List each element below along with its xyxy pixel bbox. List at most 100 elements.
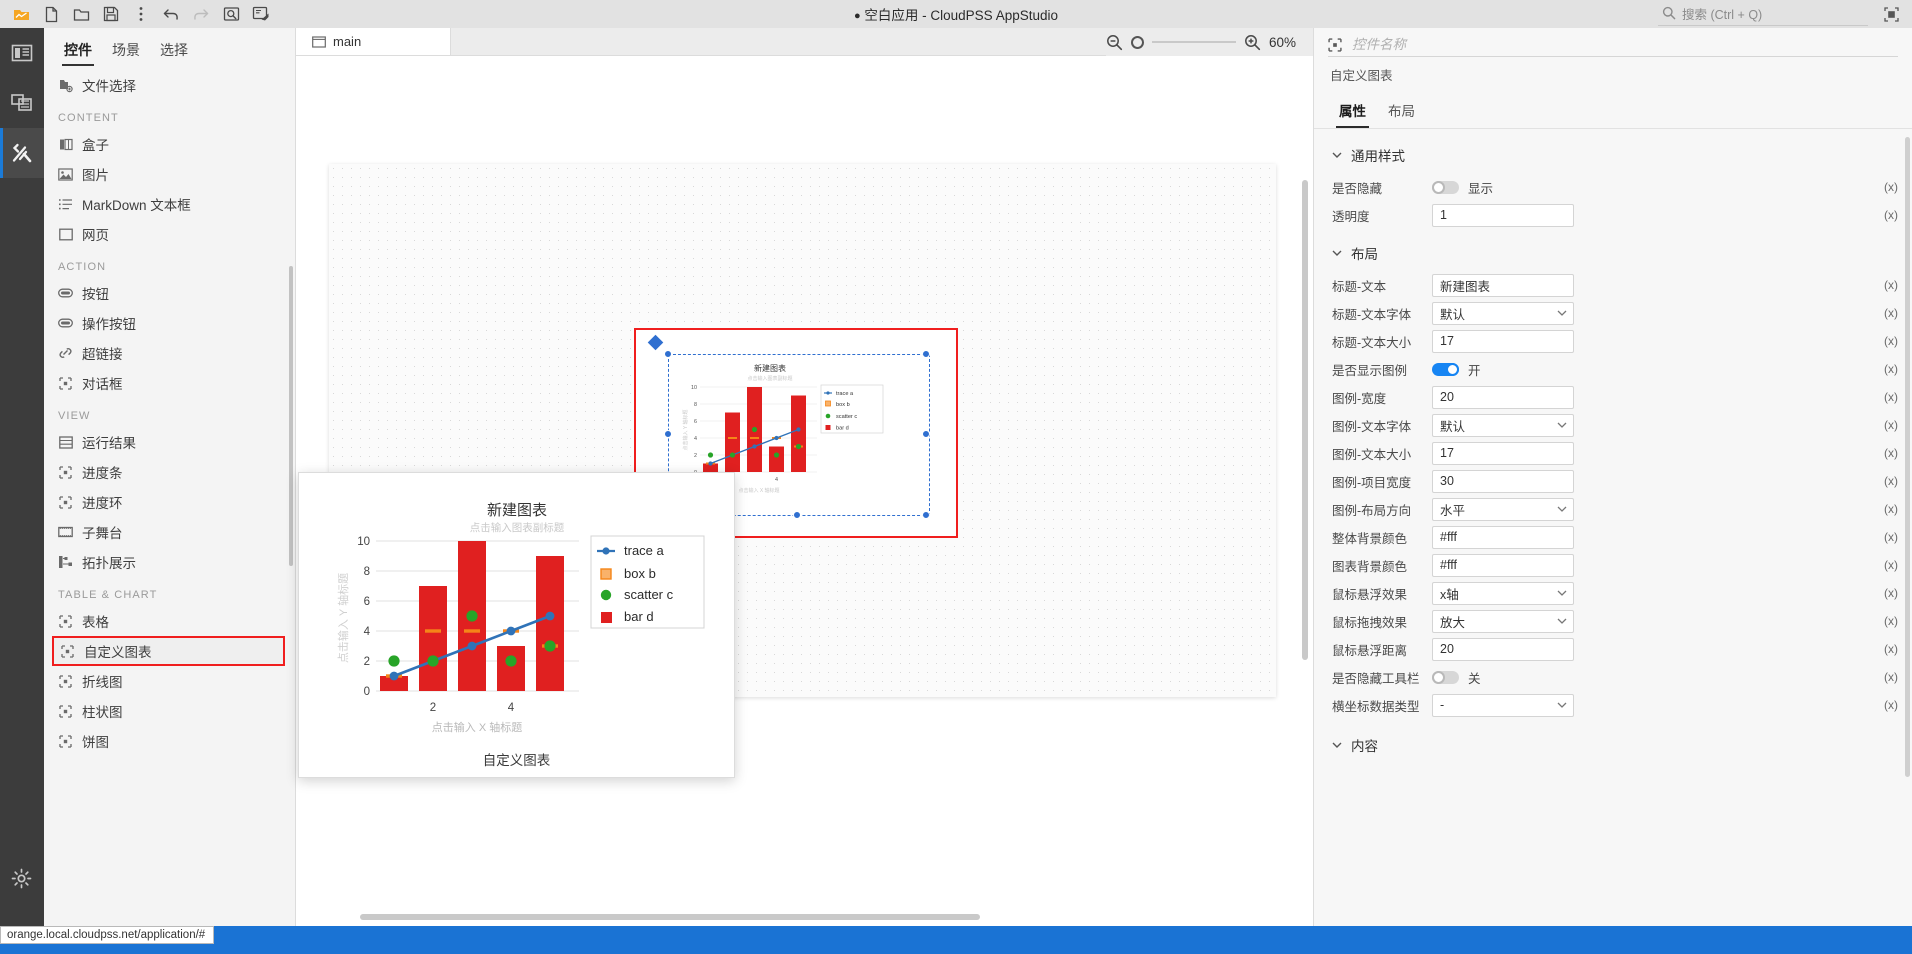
list-item[interactable]: 操作按钮 xyxy=(44,308,295,338)
legend-size-input[interactable]: 17 xyxy=(1432,441,1574,465)
result-icon xyxy=(58,435,73,450)
resize-handle-e[interactable] xyxy=(922,430,930,438)
expression-toggle[interactable]: (x) xyxy=(1876,390,1898,404)
list-item[interactable]: 进度环 xyxy=(44,487,295,517)
zoom-out-icon[interactable] xyxy=(1106,34,1123,51)
expression-toggle[interactable]: (x) xyxy=(1876,474,1898,488)
expression-toggle[interactable]: (x) xyxy=(1876,530,1898,544)
app-logo-icon[interactable] xyxy=(6,1,36,27)
open-folder-icon[interactable] xyxy=(66,1,96,27)
svg-text:8: 8 xyxy=(694,402,697,408)
list-item[interactable]: 对话框 xyxy=(44,368,295,398)
list-item[interactable]: 盒子 xyxy=(44,129,295,159)
expression-toggle[interactable]: (x) xyxy=(1876,586,1898,600)
tab-main[interactable]: main xyxy=(296,28,451,55)
resize-handle-ne[interactable] xyxy=(922,350,930,358)
expression-toggle[interactable]: (x) xyxy=(1876,278,1898,292)
canvas-vertical-scrollbar[interactable] xyxy=(1302,180,1308,660)
list-item[interactable]: 子舞台 xyxy=(44,517,295,547)
expression-toggle[interactable]: (x) xyxy=(1876,306,1898,320)
new-file-icon[interactable] xyxy=(36,1,66,27)
list-item[interactable]: 图片 xyxy=(44,159,295,189)
hover-effect-select[interactable]: x轴 xyxy=(1432,581,1574,605)
more-vertical-icon[interactable] xyxy=(126,1,156,27)
legend-font-select[interactable]: 默认 xyxy=(1432,413,1574,437)
canvas-horizontal-scrollbar[interactable] xyxy=(360,914,980,920)
hidden-toggle[interactable] xyxy=(1432,180,1459,194)
list-item[interactable]: 超链接 xyxy=(44,338,295,368)
list-item[interactable]: 柱状图 xyxy=(44,696,295,726)
resize-handle-s[interactable] xyxy=(793,511,801,519)
expression-toggle[interactable]: (x) xyxy=(1876,418,1898,432)
tab-widgets[interactable]: 控件 xyxy=(54,36,102,66)
legend-item-width-input[interactable]: 30 xyxy=(1432,469,1574,493)
undo-icon[interactable] xyxy=(156,1,186,27)
expression-toggle[interactable]: (x) xyxy=(1876,698,1898,712)
tab-properties[interactable]: 属性 xyxy=(1330,98,1375,128)
settings-button[interactable] xyxy=(9,866,33,890)
list-item[interactable]: 折线图 xyxy=(44,666,295,696)
zoom-in-icon[interactable] xyxy=(1244,34,1261,51)
overall-bg-color-input[interactable]: #fff xyxy=(1432,525,1574,549)
expression-toggle[interactable]: (x) xyxy=(1876,642,1898,656)
properties-body[interactable]: 通用样式 是否隐藏 显示 (x) 透明度 1 (x) 布局 标题-文本 新建图表… xyxy=(1314,129,1912,926)
properties-scrollbar[interactable] xyxy=(1905,137,1910,777)
section-header-content[interactable]: 内容 xyxy=(1314,719,1912,763)
preview-icon[interactable] xyxy=(216,1,246,27)
list-item[interactable]: 网页 xyxy=(44,219,295,249)
expression-toggle[interactable]: (x) xyxy=(1876,446,1898,460)
expression-toggle[interactable]: (x) xyxy=(1876,614,1898,628)
xaxis-datatype-select[interactable]: - xyxy=(1432,693,1574,717)
sidebar-item-resources[interactable] xyxy=(0,78,44,128)
expression-toggle[interactable]: (x) xyxy=(1876,558,1898,572)
resize-handle-se[interactable] xyxy=(922,511,930,519)
hover-distance-input[interactable]: 20 xyxy=(1432,637,1574,661)
widget-name-input[interactable] xyxy=(1352,37,1898,52)
list-item[interactable]: 拓扑展示 xyxy=(44,547,295,577)
list-item[interactable]: 进度条 xyxy=(44,457,295,487)
list-item[interactable]: 运行结果 xyxy=(44,427,295,457)
rotate-handle[interactable] xyxy=(647,334,664,351)
preview-xlabel: 点击输入 X 轴标题 xyxy=(432,720,522,734)
publish-icon[interactable] xyxy=(246,1,276,27)
global-search-input[interactable]: 搜索 (Ctrl + Q) xyxy=(1658,3,1868,26)
resize-handle-nw[interactable] xyxy=(664,350,672,358)
drag-effect-select[interactable]: 放大 xyxy=(1432,609,1574,633)
redo-icon[interactable] xyxy=(186,1,216,27)
section-header-general-style[interactable]: 通用样式 xyxy=(1314,135,1912,173)
resize-handle-w[interactable] xyxy=(664,430,672,438)
sidebar-item-custom-chart[interactable]: 自定义图表 xyxy=(52,636,285,666)
expression-toggle[interactable]: (x) xyxy=(1876,502,1898,516)
list-item[interactable]: 饼图 xyxy=(44,726,295,756)
title-font-select[interactable]: 默认 xyxy=(1432,301,1574,325)
opacity-input[interactable]: 1 xyxy=(1432,203,1574,227)
list-item[interactable]: MarkDown 文本框 xyxy=(44,189,295,219)
chart-bg-color-input[interactable]: #fff xyxy=(1432,553,1574,577)
title-size-input[interactable]: 17 xyxy=(1432,329,1574,353)
maximize-button[interactable] xyxy=(1878,1,1904,27)
list-item[interactable]: 按钮 xyxy=(44,278,295,308)
expression-toggle[interactable]: (x) xyxy=(1876,670,1898,684)
expression-toggle[interactable]: (x) xyxy=(1876,180,1898,194)
expression-toggle[interactable]: (x) xyxy=(1876,334,1898,348)
tab-scenes[interactable]: 场景 xyxy=(102,36,150,66)
legend-width-input[interactable]: 20 xyxy=(1432,385,1574,409)
show-legend-toggle[interactable] xyxy=(1432,362,1459,376)
zoom-slider-track[interactable] xyxy=(1152,41,1236,43)
tab-layout[interactable]: 布局 xyxy=(1379,98,1424,128)
expression-toggle[interactable]: (x) xyxy=(1876,362,1898,376)
tab-selection[interactable]: 选择 xyxy=(150,36,198,66)
sidebar-item-tools[interactable] xyxy=(0,128,44,178)
save-icon[interactable] xyxy=(96,1,126,27)
list-item[interactable]: 表格 xyxy=(44,606,295,636)
zoom-slider-handle[interactable] xyxy=(1131,35,1144,49)
expression-toggle[interactable]: (x) xyxy=(1876,208,1898,222)
legend-direction-select[interactable]: 水平 xyxy=(1432,497,1574,521)
title-text-input[interactable]: 新建图表 xyxy=(1432,273,1574,297)
tools-icon xyxy=(12,143,31,163)
sidebar-item-layout[interactable] xyxy=(0,28,44,78)
hide-toolbar-toggle[interactable] xyxy=(1432,670,1459,684)
component-panel-scrollbar[interactable] xyxy=(289,266,293,566)
list-item[interactable]: 文件选择 xyxy=(44,70,295,100)
section-header-layout[interactable]: 布局 xyxy=(1314,229,1912,271)
